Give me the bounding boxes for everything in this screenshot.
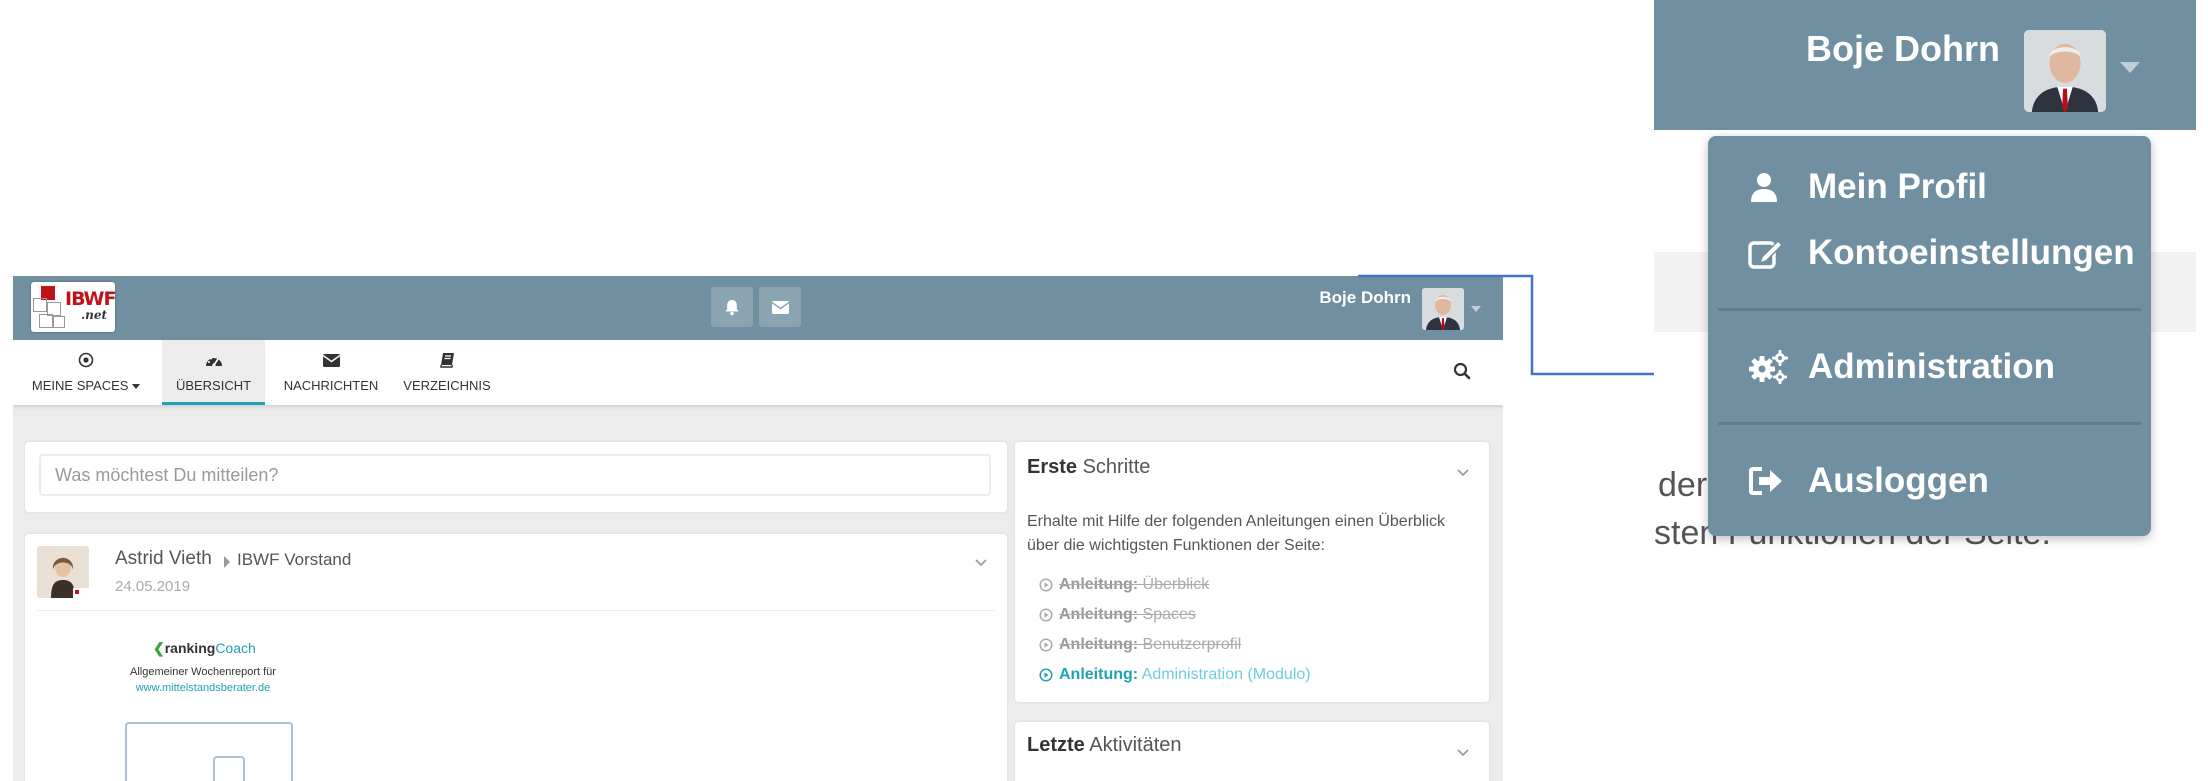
play-circle-icon: [1039, 578, 1053, 592]
leaf-icon: ❮: [153, 640, 165, 656]
menu-divider: [1718, 308, 2141, 311]
step-link-benutzerprofil[interactable]: Anleitung: Benutzerprofil: [1039, 636, 1241, 654]
envelope-icon: [322, 350, 340, 370]
user-name[interactable]: Boje Dohrn: [1806, 28, 2000, 70]
nav-item-uebersicht[interactable]: ÜBERSICHT: [162, 340, 265, 405]
panel-description: Erhalte mit Hilfe der folgenden Anleitun…: [1027, 513, 1446, 554]
menu-item-kontoeinstellungen[interactable]: Kontoeinstellungen: [1708, 222, 2151, 284]
caret-down-icon: [132, 384, 141, 390]
nav-label: NACHRICHTEN: [283, 378, 379, 393]
notifications-button[interactable]: [711, 287, 753, 327]
main-navigation: MEINE SPACES ÜBERSICHT NACHRICHTEN VERZE…: [13, 340, 1503, 405]
nav-item-verzeichnis[interactable]: VERZEICHNIS: [399, 340, 495, 405]
caret-right-icon: [224, 556, 230, 568]
step-link-ueberblick[interactable]: Anleitung: Überblick: [1039, 576, 1209, 594]
nav-item-meine-spaces[interactable]: MEINE SPACES: [27, 340, 145, 405]
chevron-down-icon: [975, 559, 987, 567]
phone-illustration: [213, 756, 245, 781]
post-date[interactable]: 24.05.2019: [115, 578, 190, 595]
recent-activities-panel: Letzte Aktivitäten: [1015, 722, 1489, 781]
menu-item-ausloggen[interactable]: Ausloggen: [1708, 450, 2151, 512]
post-menu-button[interactable]: [975, 552, 987, 571]
dot-circle-icon: [78, 350, 94, 370]
collapse-button[interactable]: [1457, 462, 1469, 481]
app-screenshot: IBWF .net Boje Dohrn MEINE SPACES ÜBERSI…: [13, 276, 1503, 781]
post-card: Astrid Vieth IBWF Vorstand 24.05.2019 ❮r…: [25, 534, 1007, 781]
divider: [37, 610, 995, 611]
menu-divider: [1718, 422, 2141, 425]
panel-title: Erste Schritte: [1027, 456, 1151, 478]
dashboard-icon: [205, 350, 223, 370]
report-link[interactable]: www.mittelstandsberater.de: [93, 682, 313, 694]
post-author-avatar[interactable]: [37, 546, 89, 598]
menu-item-administration[interactable]: Administration: [1708, 336, 2151, 398]
messages-button[interactable]: [759, 287, 801, 327]
chevron-down-icon: [1457, 469, 1469, 477]
envelope-icon: [771, 300, 789, 314]
user-name[interactable]: Boje Dohrn: [1319, 288, 1411, 308]
share-input[interactable]: [39, 454, 991, 496]
menu-label: Mein Profil: [1808, 167, 1987, 206]
logo[interactable]: IBWF .net: [31, 282, 115, 332]
user-menu-caret[interactable]: [1471, 306, 1481, 312]
collapse-button[interactable]: [1457, 742, 1469, 761]
nav-label: ÜBERSICHT: [175, 378, 252, 393]
rankingcoach-logo: ❮rankingCoach: [153, 640, 256, 656]
menu-item-mein-profil[interactable]: Mein Profil: [1708, 156, 2151, 218]
logo-subtext: .net: [81, 308, 108, 322]
user-dropdown-menu: Mein Profil Kontoeinstellungen Administr…: [1708, 136, 2151, 536]
first-steps-panel: Erste Schritte Erhalte mit Hilfe der fol…: [1015, 442, 1489, 702]
menu-label: Administration: [1808, 347, 2055, 386]
device-illustration: [125, 722, 293, 781]
cogs-icon: [1748, 349, 1808, 385]
nav-label: MEINE SPACES: [31, 378, 129, 393]
play-circle-icon: [1039, 608, 1053, 622]
book-icon: [439, 350, 455, 370]
search-icon: [1453, 362, 1471, 380]
step-link-administration[interactable]: Anleitung: Administration (Modulo): [1039, 666, 1311, 684]
panel-title: Letzte Aktivitäten: [1027, 734, 1182, 756]
report-title: Allgemeiner Wochenreport für: [130, 666, 276, 678]
avatar-image: [37, 546, 89, 598]
user-menu-caret[interactable]: [2120, 62, 2140, 73]
play-circle-icon: [1039, 668, 1053, 682]
edit-icon: [1748, 237, 1808, 269]
post-author[interactable]: Astrid Vieth: [115, 548, 212, 570]
zoomed-user-menu: der sten Funktionen der Seite: Boje Dohr…: [1654, 0, 2196, 560]
play-circle-icon: [1039, 638, 1053, 652]
avatar-image: [2024, 30, 2106, 112]
nav-label: VERZEICHNIS: [403, 378, 491, 393]
step-link-spaces[interactable]: Anleitung: Spaces: [1039, 606, 1196, 624]
menu-label: Kontoeinstellungen: [1808, 233, 2135, 272]
chevron-down-icon: [1457, 749, 1469, 757]
share-panel: [25, 442, 1007, 512]
user-avatar[interactable]: [1422, 288, 1464, 330]
menu-label: Ausloggen: [1808, 461, 1989, 500]
user-icon: [1748, 171, 1808, 203]
nav-item-nachrichten[interactable]: NACHRICHTEN: [281, 340, 381, 405]
post-space[interactable]: IBWF Vorstand: [237, 550, 351, 570]
avatar-image: [1422, 288, 1464, 330]
search-button[interactable]: [1453, 362, 1471, 384]
background-text: der: [1658, 466, 1708, 504]
top-bar: IBWF .net Boje Dohrn: [13, 276, 1503, 340]
sign-out-icon: [1748, 466, 1808, 496]
user-avatar[interactable]: [2024, 30, 2106, 112]
bell-icon: [725, 299, 739, 315]
logo-text: IBWF: [65, 288, 115, 310]
